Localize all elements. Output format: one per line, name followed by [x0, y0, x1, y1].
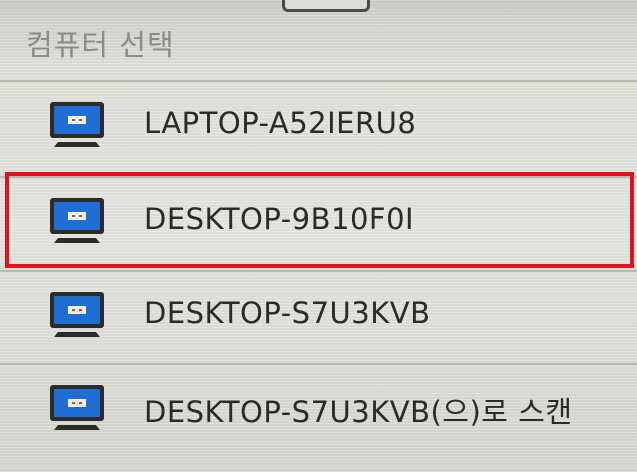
computer-icon [50, 292, 104, 337]
drag-handle[interactable] [282, 0, 370, 12]
computer-icon [50, 198, 104, 243]
computer-list-item[interactable]: DESKTOP-S7U3KVB(으)로 스캔 [0, 363, 637, 449]
computer-name: DESKTOP-S7U3KVB [144, 296, 431, 330]
computer-list-item[interactable]: DESKTOP-S7U3KVB [0, 270, 637, 356]
computer-select-screen: 컴퓨터 선택 LAPTOP-A52IERU8 DESKTOP-9B10F0I D… [0, 0, 637, 472]
computer-icon [50, 385, 104, 430]
computer-name: DESKTOP-S7U3KVB(으)로 스캔 [144, 395, 573, 429]
computer-name: LAPTOP-A52IERU8 [144, 106, 417, 140]
computer-list-item[interactable]: LAPTOP-A52IERU8 [0, 80, 637, 166]
computer-list-item[interactable]: DESKTOP-9B10F0I [0, 176, 637, 262]
computer-name: DESKTOP-9B10F0I [144, 202, 415, 236]
computer-icon [50, 102, 104, 147]
page-title: 컴퓨터 선택 [26, 28, 175, 62]
